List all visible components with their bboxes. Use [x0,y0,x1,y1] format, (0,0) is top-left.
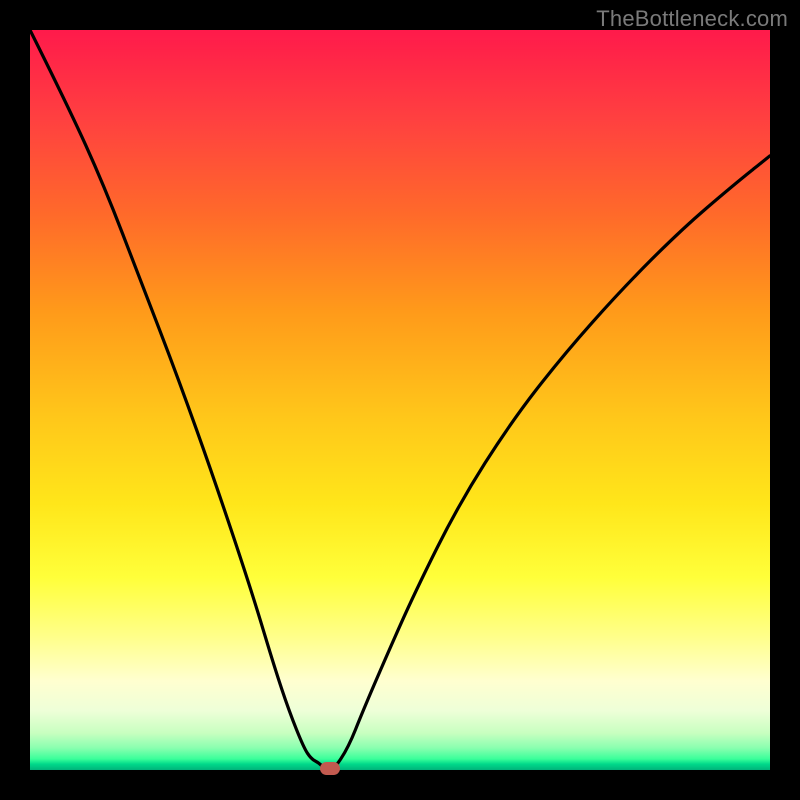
watermark-text: TheBottleneck.com [596,6,788,32]
curve-layer [30,30,770,770]
plot-area [30,30,770,770]
chart-frame: TheBottleneck.com [0,0,800,800]
bottleneck-curve [30,30,770,770]
optimal-point-marker [320,762,340,775]
